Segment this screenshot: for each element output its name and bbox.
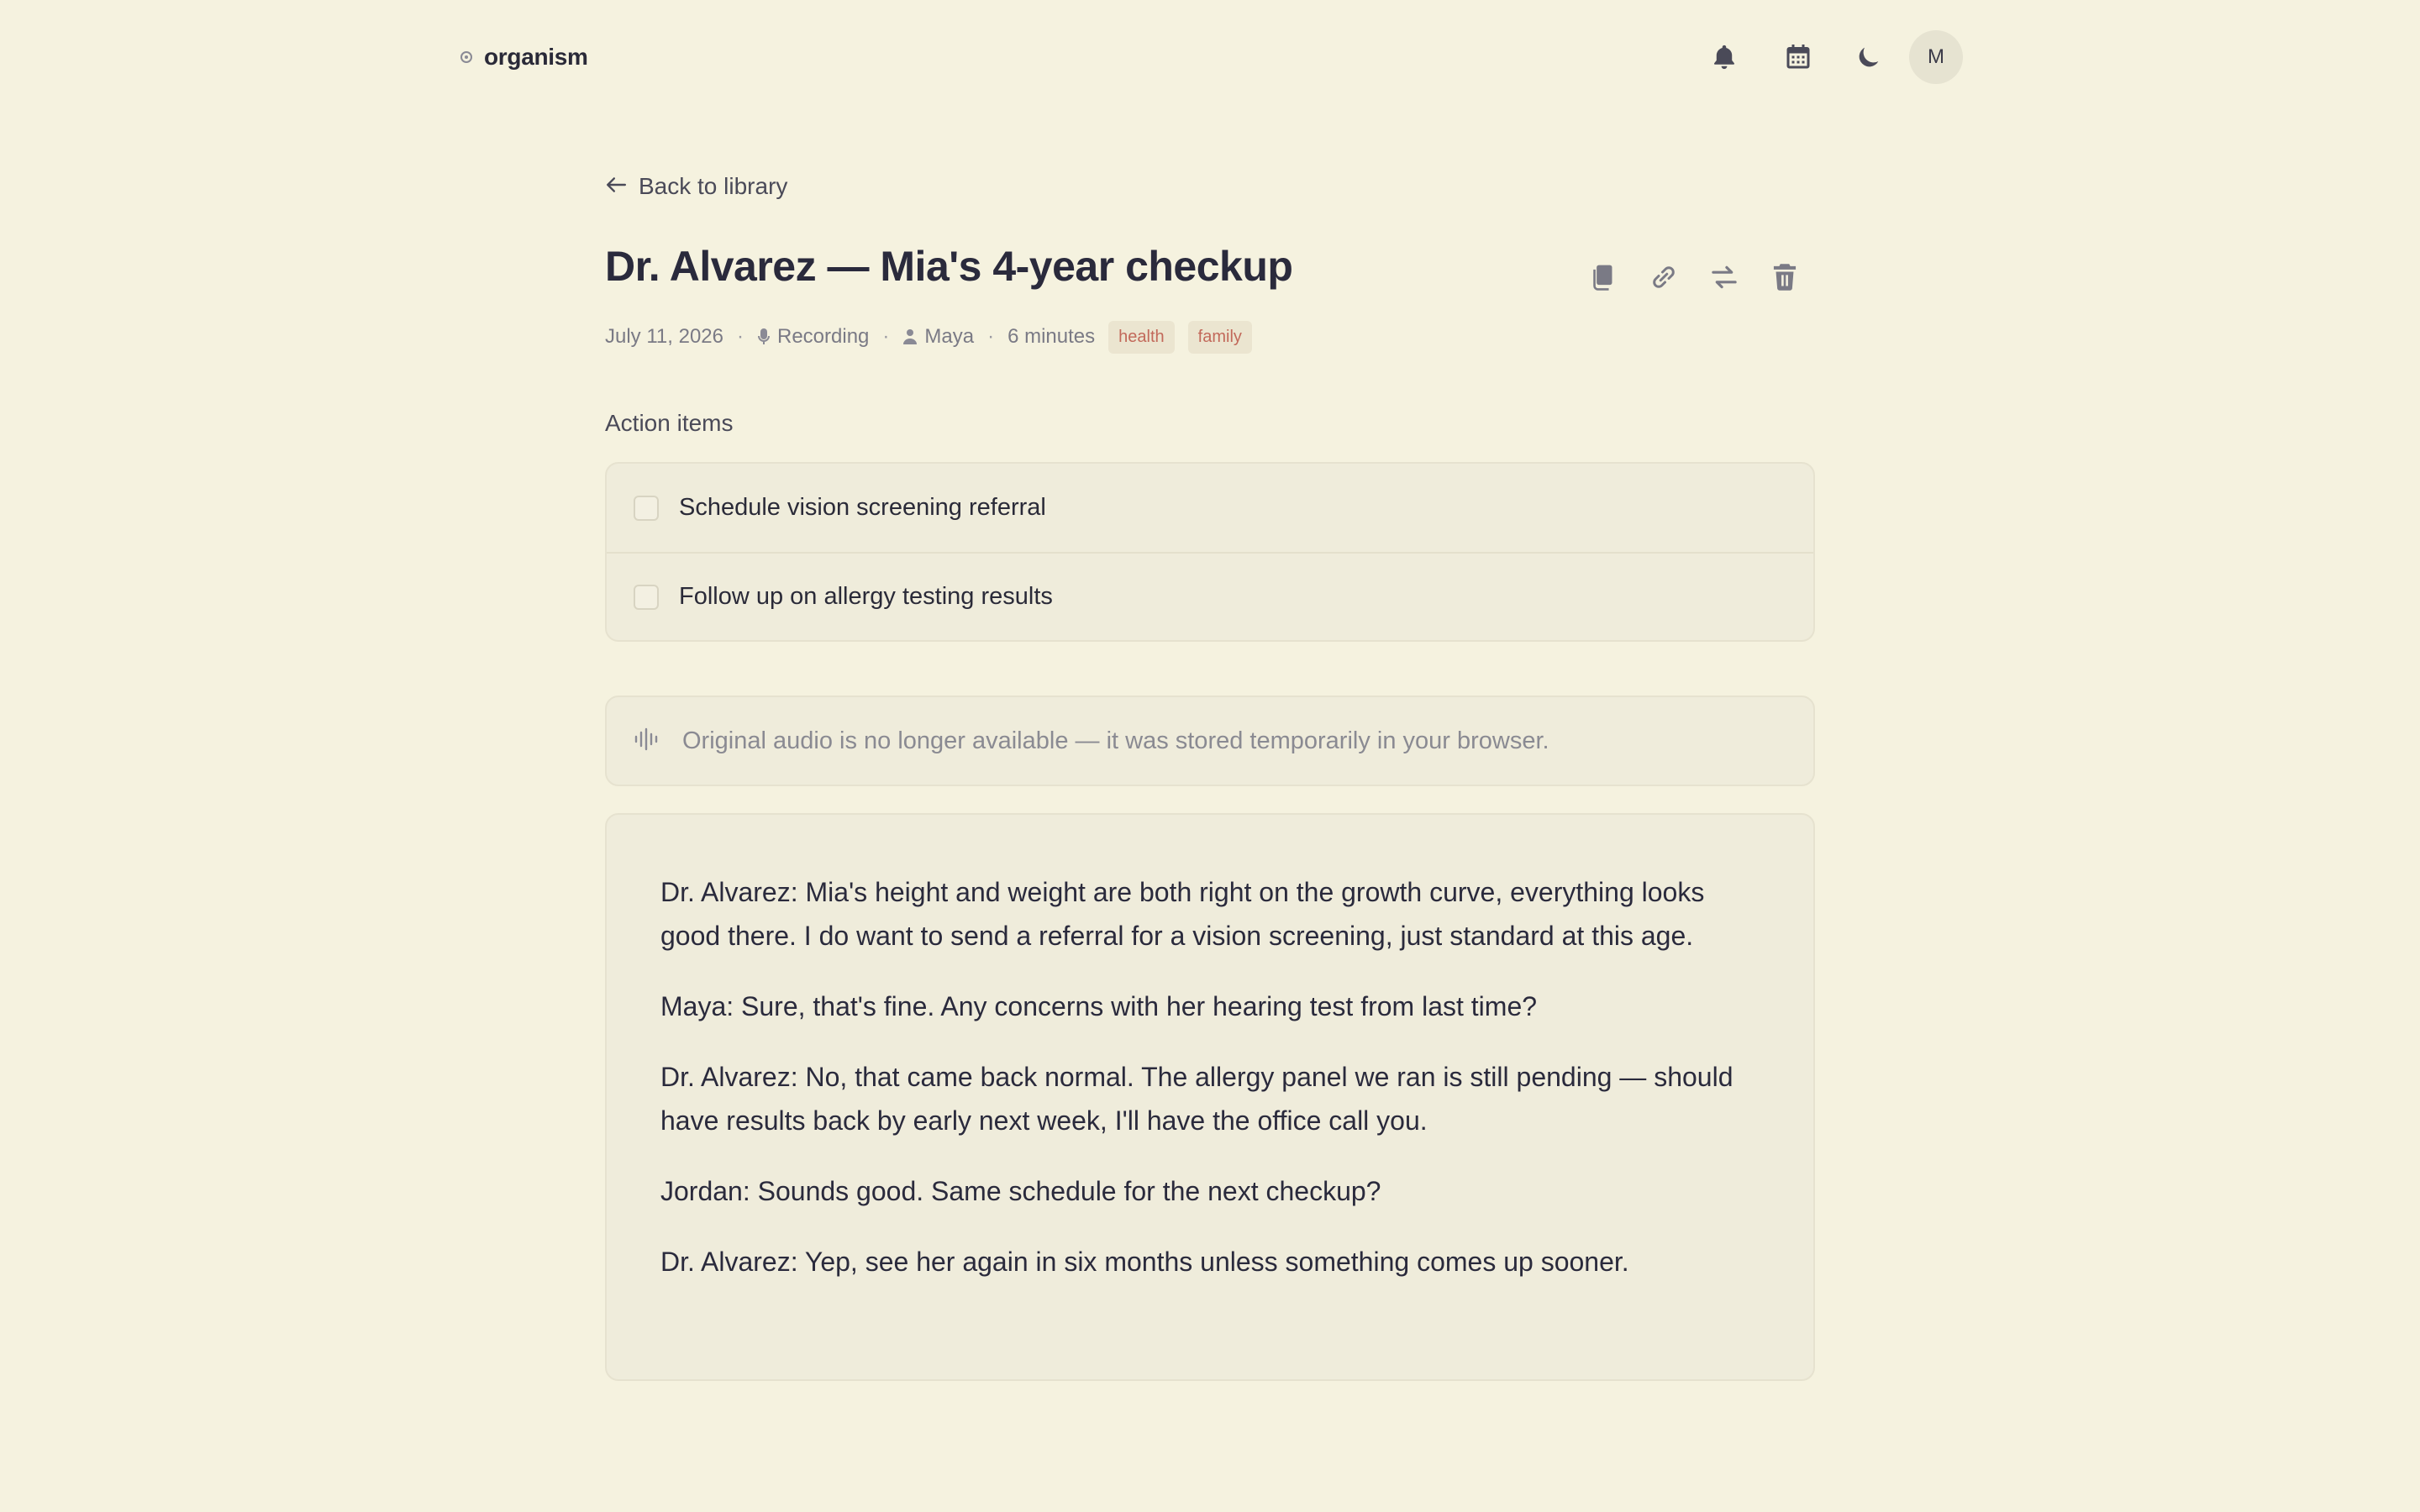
- back-to-library-link[interactable]: Back to library: [605, 170, 787, 203]
- calendar-icon[interactable]: [1778, 37, 1818, 77]
- page-title: Dr. Alvarez — Mia's 4-year checkup: [605, 243, 1293, 290]
- back-link-label: Back to library: [639, 173, 788, 199]
- note-owner: Maya: [902, 325, 974, 349]
- transcript: Dr. Alvarez: Mia's height and weight are…: [660, 870, 1760, 1284]
- brand-name: organism: [484, 44, 588, 70]
- trash-icon[interactable]: [1766, 259, 1803, 296]
- transcript-paragraph: Jordan: Sounds good. Same schedule for t…: [660, 1176, 1381, 1206]
- transcript-paragraph: Dr. Alvarez: Mia's height and weight are…: [660, 877, 1705, 951]
- note-source: Recording: [757, 325, 869, 349]
- transcript-panel: Dr. Alvarez: Mia's height and weight are…: [605, 813, 1815, 1381]
- meta-separator: ·: [987, 325, 995, 348]
- action-item-checkbox[interactable]: [634, 495, 659, 521]
- note-date: July 11, 2026: [605, 325, 723, 348]
- action-items-heading: Action items: [605, 410, 734, 436]
- copy-icon[interactable]: [1585, 259, 1622, 296]
- action-item: Follow up on allergy testing results: [607, 552, 1813, 640]
- user-icon: [903, 329, 918, 344]
- brand[interactable]: organism: [460, 40, 588, 74]
- microphone-icon: [758, 328, 770, 344]
- note-meta: July 11, 2026 · Recording · Maya · 6 min…: [605, 319, 1252, 354]
- action-items-list: Schedule vision screening referral Follo…: [605, 462, 1815, 642]
- transcript-paragraph: Dr. Alvarez: No, that came back normal. …: [660, 1062, 1733, 1136]
- audio-notice-text: Original audio is no longer available — …: [682, 727, 1549, 754]
- top-header: organism M: [0, 0, 2420, 114]
- link-icon[interactable]: [1645, 259, 1682, 296]
- moon-icon[interactable]: [1849, 37, 1889, 77]
- action-item-text: Follow up on allergy testing results: [679, 583, 1053, 610]
- meta-separator: ·: [737, 325, 744, 348]
- tag-health[interactable]: health: [1108, 320, 1175, 354]
- arrow-left-icon: [605, 173, 627, 200]
- tag-family[interactable]: family: [1187, 320, 1252, 354]
- transcript-paragraph: Dr. Alvarez: Yep, see her again in six m…: [660, 1247, 1629, 1277]
- note-owner-label: Maya: [924, 325, 975, 348]
- action-item-checkbox[interactable]: [634, 584, 659, 610]
- action-item: Schedule vision screening referral: [607, 464, 1813, 552]
- brand-logo-icon: [460, 51, 472, 63]
- action-item-text: Schedule vision screening referral: [679, 494, 1046, 521]
- swap-icon[interactable]: [1706, 259, 1743, 296]
- transcript-paragraph: Maya: Sure, that's fine. Any concerns wi…: [660, 991, 1538, 1021]
- audio-unavailable-notice: Original audio is no longer available — …: [605, 696, 1815, 786]
- user-avatar[interactable]: M: [1909, 30, 1963, 84]
- note-toolbar: [1585, 259, 1803, 296]
- audio-wave-icon: [634, 727, 660, 756]
- bell-icon[interactable]: [1704, 37, 1744, 77]
- meta-separator: ·: [882, 325, 890, 348]
- note-duration: 6 minutes: [1007, 325, 1096, 348]
- note-source-label: Recording: [777, 325, 870, 348]
